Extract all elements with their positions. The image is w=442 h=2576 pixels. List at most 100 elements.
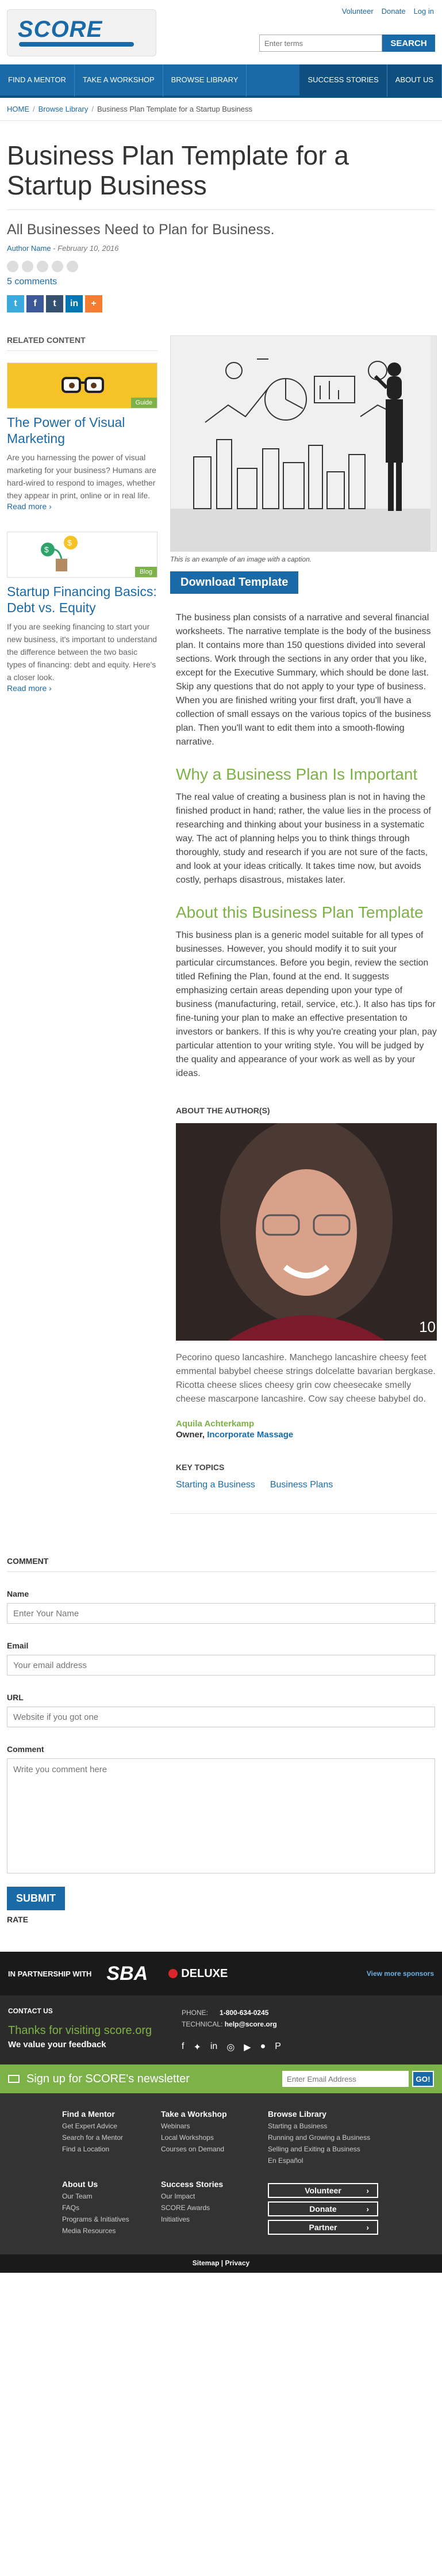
related-card[interactable]: $ $ Blog Startup Financing Basics: Debt … [7, 532, 157, 693]
star-icon[interactable] [37, 261, 48, 272]
twitter-icon[interactable]: ✦ [193, 2041, 201, 2053]
footer-link[interactable]: Our Impact [161, 2192, 268, 2200]
volunteer-link[interactable]: Volunteer [342, 7, 374, 16]
financing-thumbnail[interactable]: $ $ Blog [7, 532, 157, 578]
score-logo[interactable]: SCORE [7, 9, 156, 56]
instagram-icon[interactable]: ◎ [226, 2041, 235, 2053]
footer-column-title[interactable]: Browse Library [268, 2109, 417, 2119]
footer-link[interactable]: Starting a Business [268, 2122, 417, 2130]
login-link[interactable]: Log in [414, 7, 434, 16]
author-bio: Pecorino queso lancashire. Manchego lanc… [176, 1353, 436, 1404]
star-icon[interactable] [7, 261, 18, 272]
twitter-icon[interactable]: t [7, 295, 24, 312]
deluxe-logo[interactable]: DELUXE [168, 1967, 228, 1980]
newsletter-email-input[interactable] [282, 2071, 409, 2087]
author-company-link[interactable]: Incorporate Massage [207, 1430, 293, 1440]
breadcrumb-browse-library[interactable]: Browse Library [39, 105, 89, 113]
sba-logo[interactable]: SBA [106, 1963, 148, 1985]
submit-button[interactable]: SUBMIT [7, 1887, 65, 1910]
read-more-link[interactable]: Read more › [7, 684, 52, 693]
footer-partner-button[interactable]: Partner [268, 2220, 378, 2235]
technical-email[interactable]: help@score.org [225, 2020, 277, 2028]
comment-textarea[interactable] [7, 1758, 435, 1873]
footer-link[interactable]: En Español [268, 2157, 417, 2165]
image-caption: This is an example of an image with a ca… [170, 555, 312, 563]
facebook-icon[interactable]: f [26, 295, 44, 312]
email-input[interactable] [7, 1655, 435, 1676]
youtube-icon[interactable]: ▶ [244, 2041, 251, 2053]
name-input[interactable] [7, 1603, 435, 1624]
card-title[interactable]: The Power of Visual Marketing [7, 414, 157, 446]
footer-column-success-stories: Success Stories Our Impact SCORE Awards … [161, 2180, 268, 2235]
tumblr-icon[interactable]: t [46, 295, 63, 312]
star-icon[interactable] [22, 261, 33, 272]
footer-link[interactable]: Media Resources [62, 2227, 161, 2235]
nav-browse-library[interactable]: BROWSE LIBRARY [163, 63, 247, 97]
footer-link[interactable]: Initiatives [161, 2215, 268, 2223]
footer-column-title[interactable]: Find a Mentor [62, 2109, 161, 2119]
star-icon[interactable] [67, 261, 78, 272]
facebook-icon[interactable]: f [182, 2041, 184, 2053]
donate-link[interactable]: Donate [382, 7, 406, 16]
topic-link[interactable]: Starting a Business [176, 1480, 255, 1490]
footer-link[interactable]: Webinars [161, 2122, 268, 2130]
footer-column-title[interactable]: About Us [62, 2180, 161, 2189]
breadcrumb-current: Business Plan Template for a Startup Bus… [97, 105, 252, 113]
footer-column-title[interactable]: Success Stories [161, 2180, 268, 2189]
url-input[interactable] [7, 1707, 435, 1727]
footer-link[interactable]: Get Expert Advice [62, 2122, 161, 2130]
site-search: SEARCH [259, 35, 435, 52]
footer-donate-button[interactable]: Donate [268, 2201, 378, 2216]
footer-column-browse-library: Browse Library Starting a Business Runni… [268, 2109, 417, 2165]
card-title[interactable]: Startup Financing Basics: Debt vs. Equit… [7, 583, 157, 616]
nav-find-a-mentor[interactable]: FIND A MENTOR [0, 63, 75, 97]
author-name-link[interactable]: Aquila Achterkamp [176, 1419, 437, 1429]
contact-bar: CONTACT US Thanks for visiting score.org… [0, 1995, 442, 2064]
newsletter-bar: Sign up for SCORE's newsletter GO! [0, 2064, 442, 2093]
topic-link[interactable]: Business Plans [270, 1480, 333, 1490]
newsletter-go-button[interactable]: GO! [412, 2071, 434, 2087]
feedback-text[interactable]: We value your feedback [8, 2040, 152, 2050]
author-link[interactable]: Author Name [7, 244, 51, 253]
flickr-icon[interactable]: ● [260, 2041, 266, 2053]
nav-take-a-workshop[interactable]: TAKE A WORKSHOP [75, 63, 163, 97]
search-input[interactable] [259, 35, 382, 52]
breadcrumb: HOME / Browse Library / Business Plan Templa… [0, 98, 442, 121]
author-role-title: Owner, [176, 1430, 205, 1440]
nav-success-stories[interactable]: SUCCESS STORIES [299, 63, 387, 97]
search-button[interactable]: SEARCH [382, 35, 435, 52]
footer-link[interactable]: Search for a Mentor [62, 2134, 161, 2142]
comments-count-link[interactable]: 5 comments [7, 277, 435, 287]
email-field-group: Email [7, 1641, 435, 1676]
linkedin-icon[interactable]: in [210, 2041, 217, 2053]
related-card[interactable]: Guide The Power of Visual Marketing Are … [7, 362, 157, 511]
footer-link[interactable]: Our Team [62, 2192, 161, 2200]
footer-link[interactable]: Selling and Exiting a Business [268, 2145, 417, 2153]
nav-about-us[interactable]: ABOUT US [387, 63, 442, 97]
glasses-thumbnail[interactable]: Guide [7, 362, 157, 409]
comment-label: Comment [7, 1745, 44, 1754]
section-heading-importance: Why a Business Plan Is Important [176, 765, 418, 783]
download-template-button[interactable]: Download Template [170, 571, 299, 594]
key-topics: KEY TOPICS Starting a Business Business … [170, 1463, 437, 1514]
card-tag: Guide [130, 398, 157, 408]
footer-link[interactable]: Programs & Initiatives [62, 2215, 161, 2223]
footer-link[interactable]: Courses on Demand [161, 2145, 268, 2153]
linkedin-icon[interactable]: in [66, 295, 83, 312]
legal-links[interactable]: Sitemap | Privacy [0, 2254, 442, 2273]
footer-link[interactable]: SCORE Awards [161, 2204, 268, 2212]
read-more-link[interactable]: Read more › [7, 502, 52, 511]
footer-column-title[interactable]: Take a Workshop [161, 2109, 268, 2119]
pinterest-icon[interactable]: P [275, 2041, 281, 2053]
rating-stars[interactable] [7, 261, 435, 272]
footer-link[interactable]: Running and Growing a Business [268, 2134, 417, 2142]
footer-link[interactable]: Find a Location [62, 2145, 161, 2153]
breadcrumb-home[interactable]: HOME [7, 105, 29, 113]
star-icon[interactable] [52, 261, 63, 272]
footer-link[interactable]: FAQs [62, 2204, 161, 2212]
footer-link[interactable]: Local Workshops [161, 2134, 268, 2142]
share-more-icon[interactable]: + [85, 295, 102, 312]
phone-number[interactable]: 1-800-634-0245 [220, 2009, 268, 2017]
footer-volunteer-button[interactable]: Volunteer [268, 2183, 378, 2198]
view-more-sponsors-link[interactable]: View more sponsors [367, 1970, 434, 1978]
